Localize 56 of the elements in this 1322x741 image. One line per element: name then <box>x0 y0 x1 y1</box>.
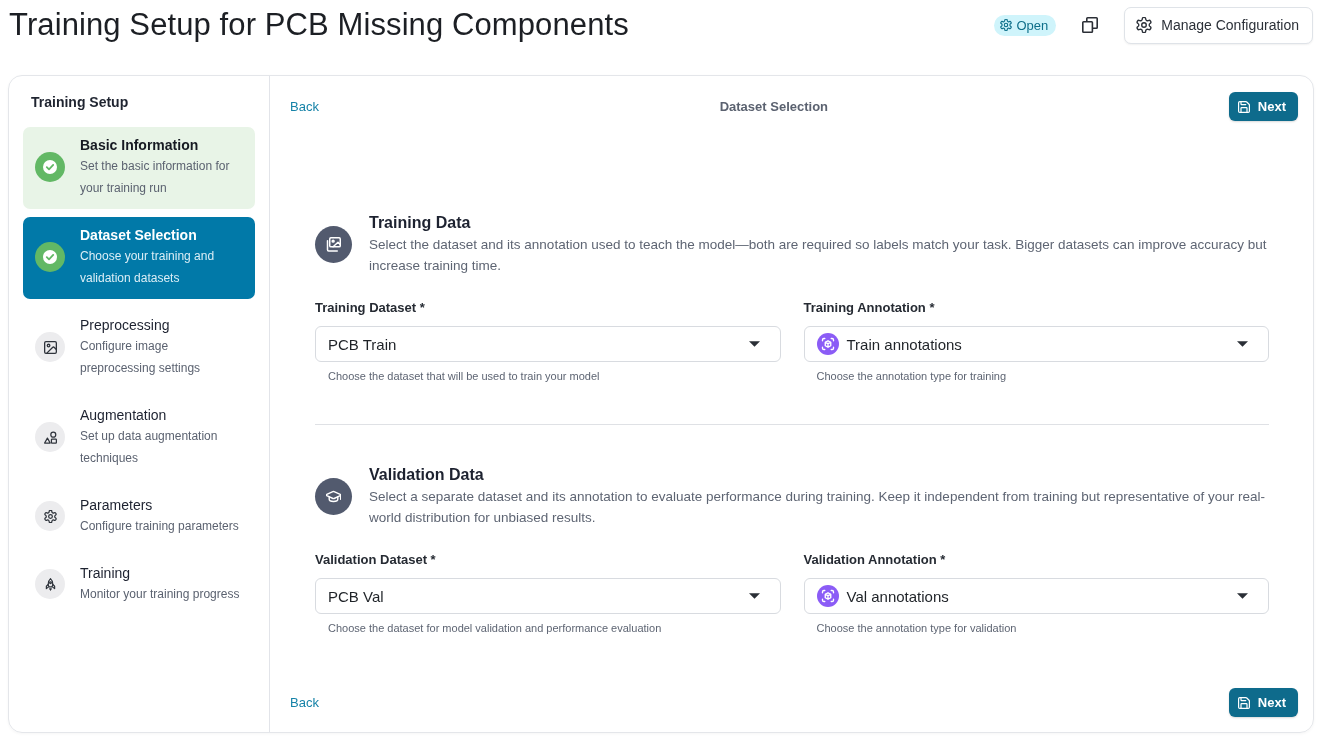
annotation-select[interactable]: Val annotations <box>803 578 1269 614</box>
gear-icon <box>1000 19 1013 31</box>
helper-text: Choose the dataset that will be used to train your model <box>328 369 601 383</box>
caret-icon <box>1237 341 1248 347</box>
helper-text: Choose the annotation type for validation <box>816 621 1018 635</box>
step-description: Choose your training and validation datasets <box>80 248 216 287</box>
field-label: Training Annotation * <box>803 299 936 317</box>
step-item[interactable]: Parameters Configure training parameters <box>23 487 255 547</box>
step-title: Basic Information <box>80 136 200 155</box>
graduation-cap-icon <box>315 478 352 515</box>
step-item[interactable]: Training Monitor your training progress <box>23 555 255 615</box>
images-icon <box>315 226 352 263</box>
next-button[interactable]: Next <box>1228 92 1298 121</box>
annotation-select[interactable]: Train annotations <box>803 326 1269 362</box>
sidebar-title: Training Setup <box>30 93 130 112</box>
field-label: Validation Dataset * <box>315 551 437 569</box>
step-title: Training <box>80 564 132 583</box>
step-item[interactable]: Dataset Selection Choose your training and validation datasets <box>23 217 255 299</box>
back-link[interactable]: Back <box>290 99 319 114</box>
caret-icon <box>748 341 760 347</box>
next-button[interactable]: Next <box>1228 688 1298 717</box>
step-description: Set the basic information for your training run <box>80 158 231 197</box>
step-title: Preprocessing <box>80 316 171 335</box>
step-description: Monitor your training progress <box>80 586 240 603</box>
step-description: Configure image preprocessing settings <box>80 338 202 377</box>
step-description: Set up data augmentation techniques <box>80 428 219 467</box>
section-description: Select a separate dataset and its annotation to evaluate performance during training. Keep it independent from training but representative of your real-world distribution for unbiased results. <box>369 488 1267 527</box>
caret-icon <box>1237 593 1248 599</box>
status-label: Open <box>1016 17 1049 33</box>
step-title: Parameters <box>80 496 154 515</box>
dataset-select[interactable]: PCB Train <box>315 326 781 362</box>
back-link[interactable]: Back <box>290 695 319 710</box>
caret-icon <box>748 593 760 599</box>
page-title: Training Setup for PCB Missing Components <box>9 7 629 43</box>
save-icon <box>1237 696 1250 709</box>
step-description: Configure training parameters <box>80 518 239 535</box>
copy-icon[interactable] <box>1082 17 1099 33</box>
step-title: Dataset Selection <box>80 226 198 245</box>
step-item[interactable]: Augmentation Set up data augmentation techniques <box>23 397 255 479</box>
step-item[interactable]: Basic Information Set the basic information for your training run <box>23 127 255 209</box>
step-heading: Dataset Selection <box>719 99 829 114</box>
helper-text: Choose the annotation type for training <box>816 369 1008 383</box>
helper-text: Choose the dataset for model validation and performance evaluation <box>328 621 663 635</box>
field-label: Validation Annotation * <box>803 551 947 569</box>
cube-scan-icon <box>816 585 839 607</box>
step-title: Augmentation <box>80 406 168 425</box>
save-icon <box>1237 100 1250 113</box>
section-description: Select the dataset and its annotation used to teach the model—both are required so labels match your task. Bigger datasets can improve accuracy but increase training time. <box>369 236 1268 275</box>
section-title: Training Data <box>369 213 472 233</box>
settings-icon <box>1136 17 1153 33</box>
dataset-select[interactable]: PCB Val <box>315 578 781 614</box>
cube-scan-icon <box>816 333 839 355</box>
step-item[interactable]: Preprocessing Configure image preprocessing settings <box>23 307 255 389</box>
manage-configuration-button[interactable]: Manage Configuration <box>1124 6 1313 44</box>
field-label: Training Dataset * <box>315 299 426 317</box>
section-title: Validation Data <box>369 465 485 485</box>
